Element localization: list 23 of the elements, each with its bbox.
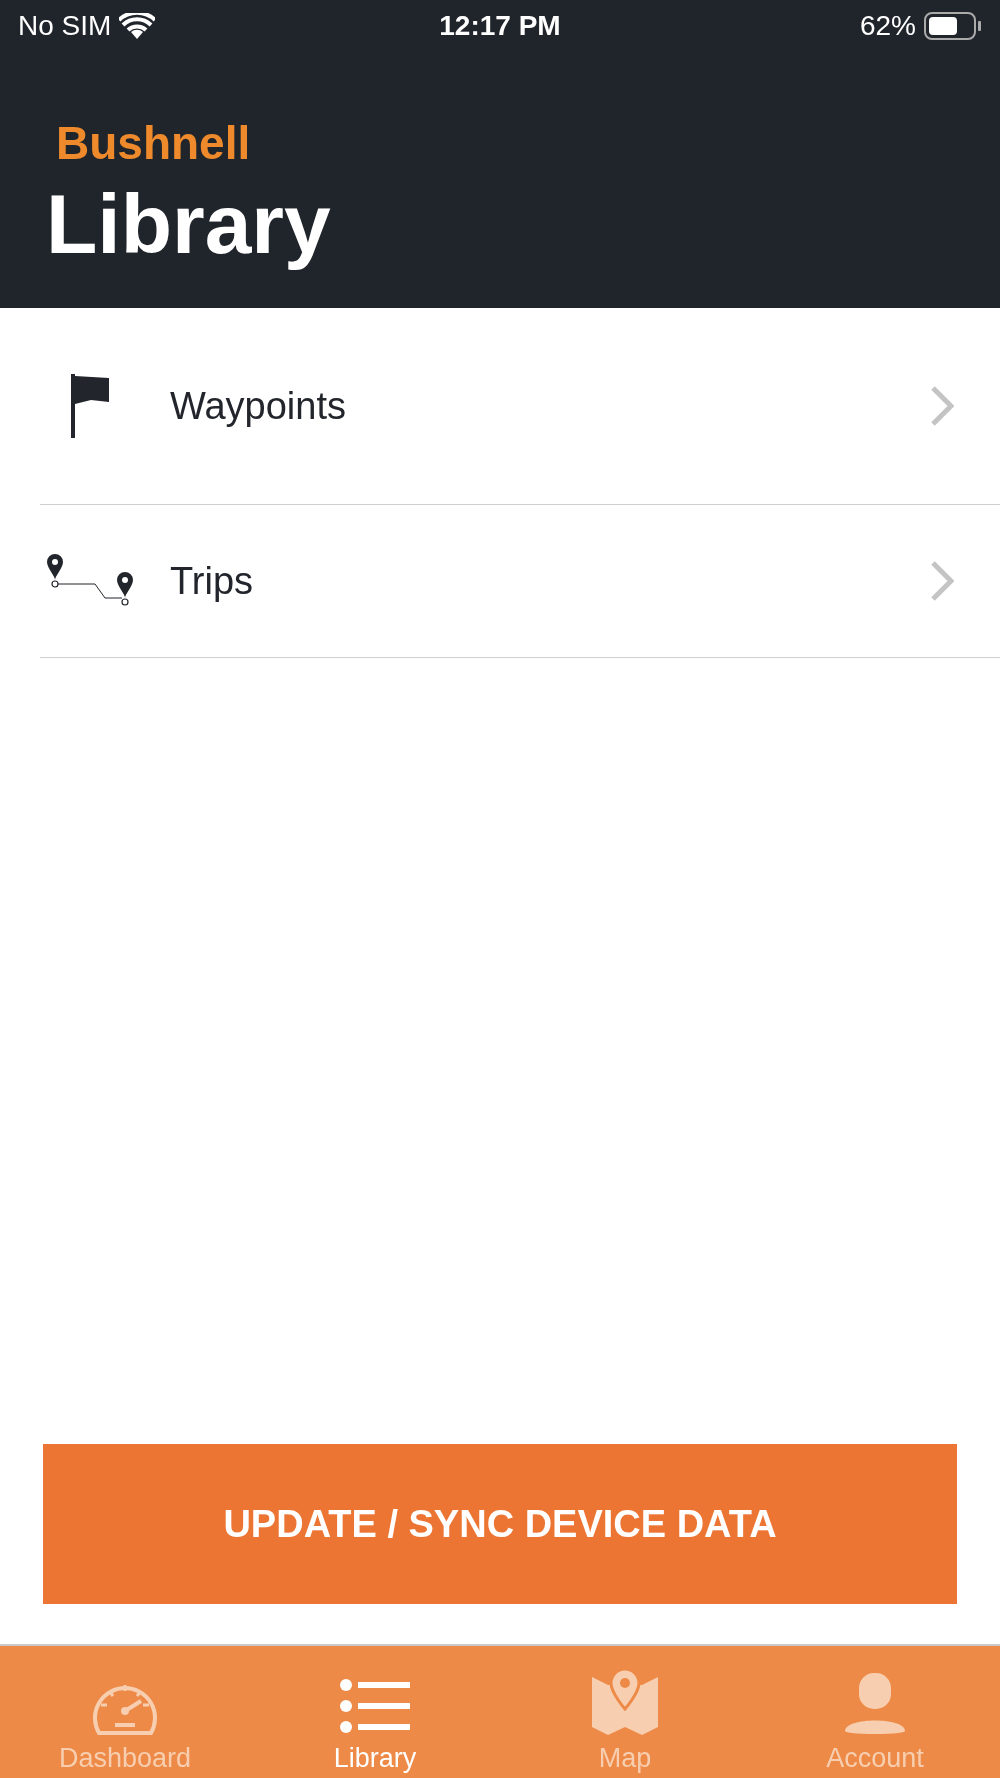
tab[interactable]: Map xyxy=(500,1646,750,1778)
clock: 12:17 PM xyxy=(439,10,561,42)
wifi-icon xyxy=(119,13,156,39)
item-label: Waypoints xyxy=(170,384,347,428)
tab[interactable]: Library xyxy=(250,1646,500,1778)
battery-percent: 62% xyxy=(859,10,916,42)
item-label: Trips xyxy=(170,559,255,603)
person-icon xyxy=(845,1673,905,1735)
chevron-icon xyxy=(930,385,954,427)
tab[interactable]: Dashboard xyxy=(0,1646,250,1778)
battery-icon xyxy=(924,12,982,40)
brand-name: Bushnell xyxy=(56,116,251,170)
page-title: Library xyxy=(46,176,331,273)
tab[interactable]: Account xyxy=(750,1646,1000,1778)
flag-icon xyxy=(69,374,111,438)
route-icon xyxy=(45,554,135,608)
map-icon xyxy=(592,1669,658,1735)
list-item[interactable]: Waypoints xyxy=(40,308,1000,505)
list-item[interactable]: Trips xyxy=(40,505,1000,658)
chevron-icon xyxy=(930,560,954,602)
sync-button[interactable]: UPDATE / SYNC DEVICE DATA xyxy=(43,1444,957,1604)
list-icon xyxy=(340,1677,410,1735)
carrier-label: No SIM xyxy=(18,10,112,42)
